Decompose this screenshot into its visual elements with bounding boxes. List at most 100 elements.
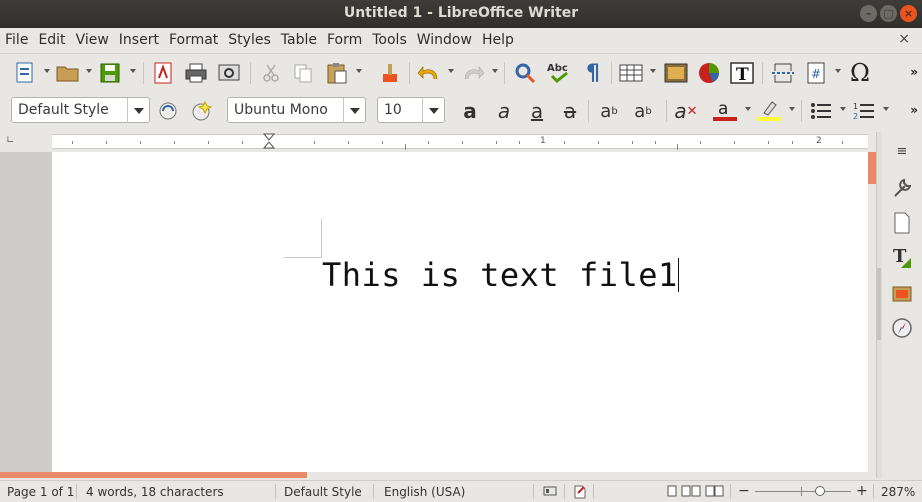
paste-dropdown-icon[interactable] xyxy=(356,69,362,73)
paste-icon[interactable] xyxy=(324,61,350,85)
close-document-icon[interactable]: × xyxy=(898,31,910,47)
copy-icon[interactable] xyxy=(290,61,316,85)
field-dropdown-icon[interactable] xyxy=(835,69,841,73)
unordered-list-dropdown-icon[interactable] xyxy=(840,107,846,111)
zoom-slider[interactable] xyxy=(755,491,851,492)
chevron-down-icon[interactable] xyxy=(127,98,149,122)
chevron-down-icon[interactable] xyxy=(343,98,365,122)
new-dropdown-icon[interactable] xyxy=(44,69,50,73)
toolbar-more-icon[interactable]: » xyxy=(910,103,918,117)
menu-window[interactable]: Window xyxy=(412,32,477,48)
menu-edit[interactable]: Edit xyxy=(33,32,70,48)
maximize-icon[interactable]: ▢ xyxy=(880,5,897,22)
document-text[interactable]: This is text file1 xyxy=(322,256,679,294)
new-document-icon[interactable] xyxy=(12,61,38,85)
document-page[interactable]: This is text file1 xyxy=(52,152,868,472)
formatting-marks-icon[interactable]: ¶ xyxy=(580,61,606,86)
table-dropdown-icon[interactable] xyxy=(650,69,656,73)
sidebar-collapse-handle[interactable] xyxy=(877,268,881,340)
update-style-icon[interactable] xyxy=(155,99,181,123)
font-color-dropdown-icon[interactable] xyxy=(745,107,751,111)
styles-icon[interactable]: T xyxy=(891,246,913,269)
zoom-level[interactable]: 287% xyxy=(881,485,915,499)
zoom-out-icon[interactable]: − xyxy=(738,483,750,499)
print-preview-icon[interactable] xyxy=(216,61,242,85)
new-style-icon[interactable] xyxy=(188,99,214,123)
sidebar-menu-icon[interactable]: ≡ xyxy=(891,140,913,162)
spelling-icon[interactable]: Abc xyxy=(546,61,572,85)
vertical-scrollbar[interactable] xyxy=(868,152,876,472)
minimize-icon[interactable]: – xyxy=(860,5,877,22)
insert-page-break-icon[interactable] xyxy=(770,61,796,85)
bold-icon[interactable]: a xyxy=(457,99,483,123)
menu-help[interactable]: Help xyxy=(477,32,519,48)
horizontal-ruler[interactable]: 1 2 xyxy=(52,133,868,150)
undo-icon[interactable] xyxy=(416,61,442,85)
print-icon[interactable] xyxy=(183,61,209,85)
page-count[interactable]: Page 1 of 1 xyxy=(7,485,74,499)
open-dropdown-icon[interactable] xyxy=(86,69,92,73)
book-view-icon[interactable] xyxy=(705,485,725,500)
insert-image-icon[interactable] xyxy=(663,61,689,85)
strikethrough-icon[interactable]: a xyxy=(557,99,583,123)
indent-marker-icon[interactable] xyxy=(263,133,275,149)
subscript-icon[interactable]: ab xyxy=(630,99,656,123)
italic-icon[interactable]: a xyxy=(491,99,517,123)
document-modified-icon[interactable] xyxy=(573,485,587,502)
font-color-icon[interactable]: a xyxy=(712,99,738,123)
font-size-select[interactable]: 10 xyxy=(377,97,445,123)
language[interactable]: English (USA) xyxy=(384,485,465,499)
highlight-dropdown-icon[interactable] xyxy=(789,107,795,111)
tab-stop-icon[interactable]: ∟ xyxy=(6,135,14,146)
properties-icon[interactable] xyxy=(891,177,913,199)
menu-file[interactable]: File xyxy=(0,32,33,48)
font-name-select[interactable]: Ubuntu Mono xyxy=(227,97,366,123)
cut-icon[interactable] xyxy=(258,61,284,85)
redo-icon[interactable] xyxy=(460,61,486,85)
highlight-color-icon[interactable] xyxy=(756,99,782,123)
chevron-down-icon[interactable] xyxy=(422,98,444,122)
navigator-icon[interactable] xyxy=(891,317,913,339)
menu-table[interactable]: Table xyxy=(276,32,322,48)
underline-icon[interactable]: a xyxy=(524,99,550,123)
insert-text-box-icon[interactable]: T xyxy=(729,61,755,85)
insert-mode-icon[interactable] xyxy=(543,485,559,500)
toolbar-more-icon[interactable]: » xyxy=(910,65,918,79)
insert-table-icon[interactable] xyxy=(618,61,644,85)
find-replace-icon[interactable] xyxy=(512,61,538,85)
gallery-icon[interactable] xyxy=(891,282,913,304)
close-icon[interactable]: × xyxy=(900,5,917,22)
ordered-list-dropdown-icon[interactable] xyxy=(883,107,889,111)
menu-insert[interactable]: Insert xyxy=(114,32,164,48)
unordered-list-icon[interactable] xyxy=(808,99,834,123)
menu-tools[interactable]: Tools xyxy=(367,32,412,48)
word-count[interactable]: 4 words, 18 characters xyxy=(86,485,224,499)
clone-formatting-icon[interactable] xyxy=(377,61,403,85)
single-page-view-icon[interactable] xyxy=(666,485,678,500)
paragraph-style-select[interactable]: Default Style xyxy=(11,97,150,123)
special-character-icon[interactable]: Ω xyxy=(847,59,873,87)
multi-page-view-icon[interactable] xyxy=(681,485,701,500)
page-icon[interactable] xyxy=(891,212,913,234)
vertical-scroll-thumb[interactable] xyxy=(868,152,876,184)
open-folder-icon[interactable] xyxy=(55,61,81,85)
superscript-icon[interactable]: ab xyxy=(596,99,622,123)
menu-form[interactable]: Form xyxy=(322,32,367,48)
menu-styles[interactable]: Styles xyxy=(223,32,275,48)
page-style[interactable]: Default Style xyxy=(284,485,362,499)
insert-chart-icon[interactable] xyxy=(696,61,722,85)
save-icon[interactable] xyxy=(97,61,123,85)
ordered-list-icon[interactable]: 12 xyxy=(851,99,877,123)
export-pdf-icon[interactable] xyxy=(150,61,176,85)
zoom-slider-thumb[interactable] xyxy=(815,486,825,496)
menu-format[interactable]: Format xyxy=(164,32,223,48)
undo-dropdown-icon[interactable] xyxy=(448,69,454,73)
zoom-in-icon[interactable]: + xyxy=(856,483,868,499)
horizontal-scrollbar[interactable] xyxy=(0,472,868,478)
menu-view[interactable]: View xyxy=(71,32,114,48)
redo-dropdown-icon[interactable] xyxy=(492,69,498,73)
insert-field-icon[interactable]: # xyxy=(803,61,829,85)
clear-formatting-icon[interactable]: a ✕ xyxy=(673,99,699,123)
horizontal-scroll-thumb[interactable] xyxy=(0,472,307,478)
save-dropdown-icon[interactable] xyxy=(130,69,136,73)
